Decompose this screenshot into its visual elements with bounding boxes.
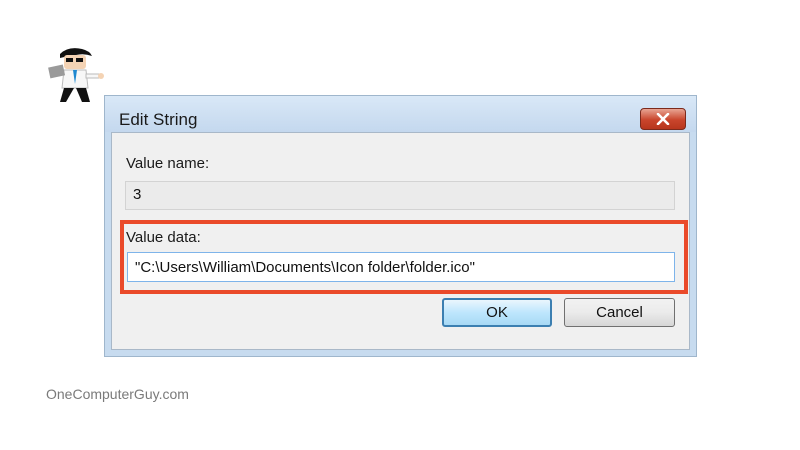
dialog-body: Value name: 3 Value data: OK Cancel [111, 132, 690, 350]
value-name-field: 3 [125, 181, 675, 210]
dialog-title: Edit String [119, 110, 198, 129]
title-bar[interactable]: Edit String [105, 96, 696, 132]
ok-button[interactable]: OK [442, 298, 552, 327]
close-button[interactable] [640, 108, 686, 130]
mascot-icon [48, 48, 104, 102]
mascot-logo [46, 44, 106, 106]
edit-string-dialog: Edit String Value name: 3 Value data: OK… [104, 95, 697, 357]
value-name-label: Value name: [126, 155, 210, 172]
watermark-text: OneComputerGuy.com [46, 386, 189, 402]
cancel-button[interactable]: Cancel [564, 298, 675, 327]
highlight-box [120, 220, 688, 294]
close-icon [656, 113, 670, 125]
